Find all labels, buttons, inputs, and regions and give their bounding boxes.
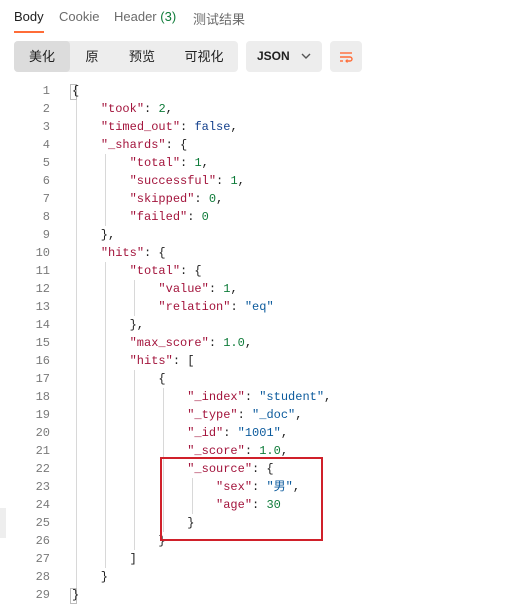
code-line: 12 "value": 1, xyxy=(0,280,528,298)
code-text: } xyxy=(72,570,109,584)
code-text: { xyxy=(72,372,166,386)
code-text: "_type": "_doc", xyxy=(187,408,303,422)
code-text: "successful": 1, xyxy=(129,174,245,188)
line-number: 11 xyxy=(35,264,50,278)
format-select-value: JSON xyxy=(257,49,290,63)
tab-header-count: (3) xyxy=(160,9,177,24)
code-text: } xyxy=(72,588,80,602)
code-text: }, xyxy=(72,228,116,242)
code-text: "_shards": { xyxy=(100,138,188,152)
code-text: "_index": "student", xyxy=(187,390,332,404)
code-line: 13 "relation": "eq" xyxy=(0,298,528,316)
line-number: 2 xyxy=(42,102,50,116)
code-line: 16 "hits": [ xyxy=(0,352,528,370)
line-number: 16 xyxy=(35,354,50,368)
line-number: 6 xyxy=(42,174,50,188)
line-number: 12 xyxy=(35,282,50,296)
code-text: ] xyxy=(72,552,137,566)
code-text: "total": 1, xyxy=(129,156,209,170)
line-number: 25 xyxy=(35,516,50,530)
code-line: 8 "failed": 0 xyxy=(0,208,528,226)
line-number: 13 xyxy=(35,300,50,314)
visualize-button[interactable]: 可视化 xyxy=(170,41,238,72)
code-text: "hits": { xyxy=(100,246,166,260)
code-text: "max_score": 1.0, xyxy=(129,336,253,350)
line-number: 5 xyxy=(42,156,50,170)
code-line: 20 "_id": "1001", xyxy=(0,424,528,442)
code-text: "total": { xyxy=(129,264,202,278)
code-line: 11 "total": { xyxy=(0,262,528,280)
line-number: 27 xyxy=(35,552,50,566)
code-line: 28 } xyxy=(0,568,528,586)
line-number: 1 xyxy=(42,84,50,98)
code-line: 17 { xyxy=(0,370,528,388)
source-highlight-box xyxy=(160,457,323,541)
line-number: 29 xyxy=(35,588,50,602)
code-line: 27 ] xyxy=(0,550,528,568)
tab-header-label: Header xyxy=(114,9,157,24)
code-line: 5 "total": 1, xyxy=(0,154,528,172)
code-text: "relation": "eq" xyxy=(158,300,274,314)
line-number: 9 xyxy=(42,228,50,242)
code-line: 1{ xyxy=(0,82,528,100)
code-text: "took": 2, xyxy=(100,102,173,116)
preview-button[interactable]: 预览 xyxy=(114,41,170,72)
code-line: 19 "_type": "_doc", xyxy=(0,406,528,424)
code-line: 9 }, xyxy=(0,226,528,244)
code-line: 10 "hits": { xyxy=(0,244,528,262)
code-text: } xyxy=(72,534,166,548)
wrap-lines-button[interactable] xyxy=(330,41,362,72)
code-text: "timed_out": false, xyxy=(100,120,238,134)
raw-button[interactable]: 原 xyxy=(70,41,114,72)
line-number: 28 xyxy=(35,570,50,584)
line-number: 17 xyxy=(35,372,50,386)
line-number: 4 xyxy=(42,138,50,152)
line-number: 24 xyxy=(35,498,50,512)
chevron-down-icon xyxy=(301,53,311,59)
response-tabs: Body Cookie Header (3) 测试结果 xyxy=(0,0,528,34)
line-number: 23 xyxy=(35,480,50,494)
active-tab-indicator xyxy=(14,31,44,33)
code-line: 3 "timed_out": false, xyxy=(0,118,528,136)
line-number: 20 xyxy=(35,426,50,440)
line-number: 7 xyxy=(42,192,50,206)
line-number: 18 xyxy=(35,390,50,404)
panel-edge xyxy=(0,508,6,538)
code-text: "hits": [ xyxy=(129,354,195,368)
line-number: 10 xyxy=(35,246,50,260)
code-line: 15 "max_score": 1.0, xyxy=(0,334,528,352)
code-text: "failed": 0 xyxy=(129,210,209,224)
code-text: "skipped": 0, xyxy=(129,192,224,206)
response-toolbar: 美化 原 预览 可视化 JSON xyxy=(0,41,528,73)
line-number: 26 xyxy=(35,534,50,548)
tab-test-results[interactable]: 测试结果 xyxy=(193,9,245,28)
line-number: 14 xyxy=(35,318,50,332)
code-text: { xyxy=(72,84,80,98)
code-text: }, xyxy=(72,318,145,332)
code-line: 29} xyxy=(0,586,528,604)
line-number: 22 xyxy=(35,462,50,476)
tab-body[interactable]: Body xyxy=(14,9,44,24)
code-line: 18 "_index": "student", xyxy=(0,388,528,406)
code-line: 7 "skipped": 0, xyxy=(0,190,528,208)
code-line: 4 "_shards": { xyxy=(0,136,528,154)
format-select[interactable]: JSON xyxy=(246,41,322,72)
wrap-lines-icon xyxy=(340,52,353,63)
tab-cookie[interactable]: Cookie xyxy=(59,9,99,24)
code-text: "_id": "1001", xyxy=(187,426,289,440)
line-number: 21 xyxy=(35,444,50,458)
pretty-button[interactable]: 美化 xyxy=(14,41,70,72)
line-number: 15 xyxy=(35,336,50,350)
view-mode-segmented-control: 美化 原 预览 可视化 xyxy=(14,41,238,72)
line-number: 8 xyxy=(42,210,50,224)
code-text: "value": 1, xyxy=(158,282,238,296)
code-line: 14 }, xyxy=(0,316,528,334)
line-number: 19 xyxy=(35,408,50,422)
code-line: 2 "took": 2, xyxy=(0,100,528,118)
code-line: 6 "successful": 1, xyxy=(0,172,528,190)
tab-header[interactable]: Header (3) xyxy=(114,9,176,24)
line-number: 3 xyxy=(42,120,50,134)
